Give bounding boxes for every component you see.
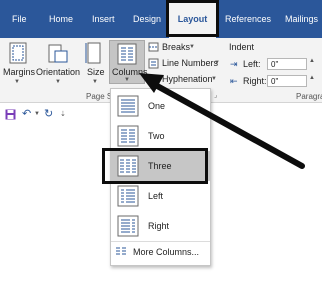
annotation-arrow: [139, 73, 305, 169]
